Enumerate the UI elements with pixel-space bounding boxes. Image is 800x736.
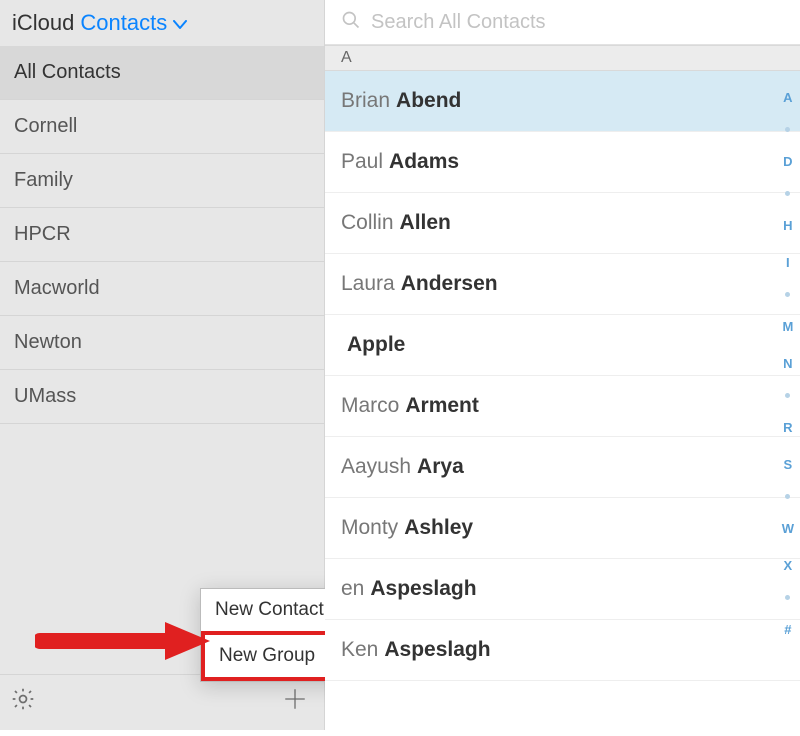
sidebar-footer [0, 674, 324, 730]
contact-row[interactable]: Ken Aspeslagh [325, 620, 800, 681]
app-picker[interactable]: Contacts [80, 10, 187, 36]
group-label: Macworld [14, 277, 100, 300]
index-dot-icon [785, 393, 790, 398]
index-dot-icon [785, 494, 790, 499]
index-letter[interactable]: A [783, 90, 792, 105]
contact-firstname: Collin [341, 211, 394, 235]
group-label: Family [14, 169, 73, 192]
contact-firstname: Paul [341, 150, 383, 174]
group-label: All Contacts [14, 61, 121, 84]
index-letter[interactable]: R [783, 420, 792, 435]
group-label: UMass [14, 385, 76, 408]
index-letter[interactable]: X [784, 558, 793, 573]
contact-lastname: Adams [389, 150, 459, 174]
contact-lastname: Andersen [401, 272, 498, 296]
index-letter[interactable]: N [783, 356, 792, 371]
search-icon [341, 10, 361, 35]
index-dot-icon [785, 292, 790, 297]
contact-firstname: en [341, 577, 364, 601]
contact-row[interactable]: Paul Adams [325, 132, 800, 193]
sidebar-header: iCloud Contacts [0, 0, 324, 46]
index-letter[interactable]: # [784, 622, 791, 637]
contact-row[interactable]: Laura Andersen [325, 254, 800, 315]
index-letter[interactable]: S [784, 457, 793, 472]
contact-lastname: Arment [405, 394, 479, 418]
annotation-arrow [35, 618, 210, 664]
group-all-contacts[interactable]: All Contacts [0, 46, 324, 100]
index-letter[interactable]: I [786, 255, 790, 270]
contact-firstname: Monty [341, 516, 398, 540]
contact-row[interactable]: Collin Allen [325, 193, 800, 254]
group-label: HPCR [14, 223, 71, 246]
contact-firstname: Brian [341, 89, 390, 113]
section-header: A [325, 45, 800, 71]
add-button[interactable] [276, 686, 314, 719]
contact-lastname: Ashley [404, 516, 473, 540]
group-item[interactable]: Macworld [0, 262, 324, 316]
index-letter[interactable]: H [783, 218, 792, 233]
contact-lastname: Abend [396, 89, 461, 113]
index-letter[interactable]: W [782, 521, 794, 536]
contact-lastname: Arya [417, 455, 464, 479]
contact-firstname: Aayush [341, 455, 411, 479]
search-input[interactable] [371, 11, 784, 34]
contacts-list: Brian Abend Paul Adams Collin Allen Laur… [325, 71, 800, 730]
contact-firstname: Laura [341, 272, 395, 296]
search-bar [325, 0, 800, 45]
index-letter[interactable]: D [783, 154, 792, 169]
group-item[interactable]: Cornell [0, 100, 324, 154]
contact-row[interactable]: Apple [325, 315, 800, 376]
app-label: Contacts [80, 10, 167, 36]
contact-firstname: Marco [341, 394, 399, 418]
contact-row[interactable]: Aayush Arya [325, 437, 800, 498]
sidebar: iCloud Contacts All Contacts Cornell Fam… [0, 0, 325, 730]
group-label: Cornell [14, 115, 77, 138]
contact-row[interactable]: Monty Ashley [325, 498, 800, 559]
group-item[interactable]: Newton [0, 316, 324, 370]
index-dot-icon [785, 595, 790, 600]
contact-lastname: Allen [400, 211, 451, 235]
contact-lastname: Aspeslagh [370, 577, 476, 601]
index-letter[interactable]: M [782, 319, 793, 334]
service-label: iCloud [12, 10, 74, 36]
contact-lastname: Aspeslagh [384, 638, 490, 662]
contact-row[interactable]: Marco Arment [325, 376, 800, 437]
group-item[interactable]: UMass [0, 370, 324, 424]
gear-icon[interactable] [10, 686, 36, 719]
contact-firstname: Ken [341, 638, 378, 662]
app-window: iCloud Contacts All Contacts Cornell Fam… [0, 0, 800, 730]
index-dot-icon [785, 127, 790, 132]
groups-list: All Contacts Cornell Family HPCR Macworl… [0, 46, 324, 424]
index-dot-icon [785, 191, 790, 196]
contact-row[interactable]: Brian Abend [325, 71, 800, 132]
chevron-down-icon [173, 10, 187, 36]
main-panel: A Brian Abend Paul Adams Collin Allen La… [325, 0, 800, 730]
contact-row[interactable]: en Aspeslagh [325, 559, 800, 620]
group-item[interactable]: Family [0, 154, 324, 208]
group-item[interactable]: HPCR [0, 208, 324, 262]
alpha-index[interactable]: A D H I M N R S W X # [782, 90, 794, 637]
contact-lastname: Apple [347, 333, 405, 357]
group-label: Newton [14, 331, 82, 354]
